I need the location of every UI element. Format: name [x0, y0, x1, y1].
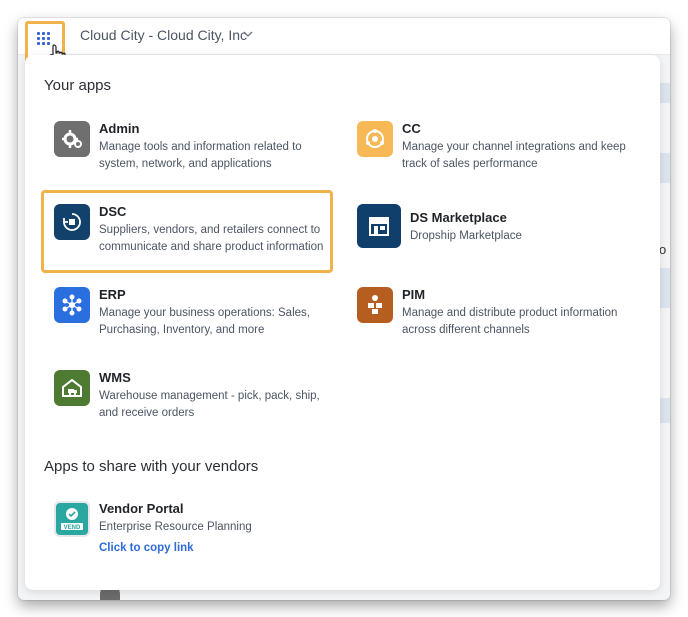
app-vendor-portal[interactable]: VEND Vendor Portal Enterprise Resource P… — [54, 501, 344, 561]
erp-network-icon — [54, 287, 90, 323]
your-apps-heading: Your apps — [44, 77, 112, 94]
vend-icon: VEND — [54, 501, 90, 537]
app-name: PIM — [402, 287, 426, 302]
app-name: Vendor Portal — [99, 501, 184, 516]
svg-text:VEND: VEND — [64, 525, 81, 531]
app-wms[interactable]: WMS Warehouse management - pick, pack, s… — [54, 370, 344, 430]
app-description: Suppliers, vendors, and retailers connec… — [99, 224, 324, 253]
app-description: Manage your channel integrations and kee… — [402, 141, 626, 170]
app-name: Admin — [99, 121, 140, 136]
app-name: WMS — [99, 370, 131, 385]
app-dsc[interactable]: DSC Suppliers, vendors, and retailers co… — [54, 204, 324, 264]
app-description: Enterprise Resource Planning — [99, 521, 252, 533]
app-name: DS Marketplace — [410, 210, 507, 225]
app-cc[interactable]: CC Manage your channel integrations and … — [357, 121, 647, 181]
app-description: Manage and distribute product informatio… — [402, 307, 618, 336]
gear-icon — [54, 121, 90, 157]
box-cycle-icon — [54, 204, 90, 240]
share-apps-heading: Apps to share with your vendors — [44, 458, 259, 475]
chevron-down-icon[interactable] — [243, 30, 253, 38]
channel-icon — [357, 121, 393, 157]
app-ds-marketplace[interactable]: DS Marketplace Dropship Marketplace — [357, 204, 647, 264]
app-name: CC — [402, 121, 421, 136]
app-erp[interactable]: ERP Manage your business operations: Sal… — [54, 287, 344, 347]
store-icon — [357, 204, 401, 248]
app-description: Manage your business operations: Sales, … — [99, 307, 310, 336]
app-name: DSC — [99, 204, 127, 219]
app-admin[interactable]: Admin Manage tools and information relat… — [54, 121, 344, 181]
warehouse-truck-icon — [54, 370, 90, 406]
app-description: Dropship Marketplace — [410, 230, 522, 242]
app-description: Manage tools and information related to … — [99, 141, 302, 170]
top-bar: Cloud City - Cloud City, Inc — [18, 18, 670, 66]
organization-selector[interactable]: Cloud City - Cloud City, Inc — [80, 27, 247, 43]
copy-link[interactable]: Click to copy link — [99, 542, 194, 554]
apps-panel: Your apps Admin Manage tools and informa… — [25, 55, 660, 590]
pim-boxes-icon — [357, 287, 393, 323]
background-text: o — [659, 242, 667, 257]
app-description: Warehouse management - pick, pack, ship,… — [99, 390, 320, 419]
app-name: ERP — [99, 287, 126, 302]
app-pim[interactable]: PIM Manage and distribute product inform… — [357, 287, 647, 347]
